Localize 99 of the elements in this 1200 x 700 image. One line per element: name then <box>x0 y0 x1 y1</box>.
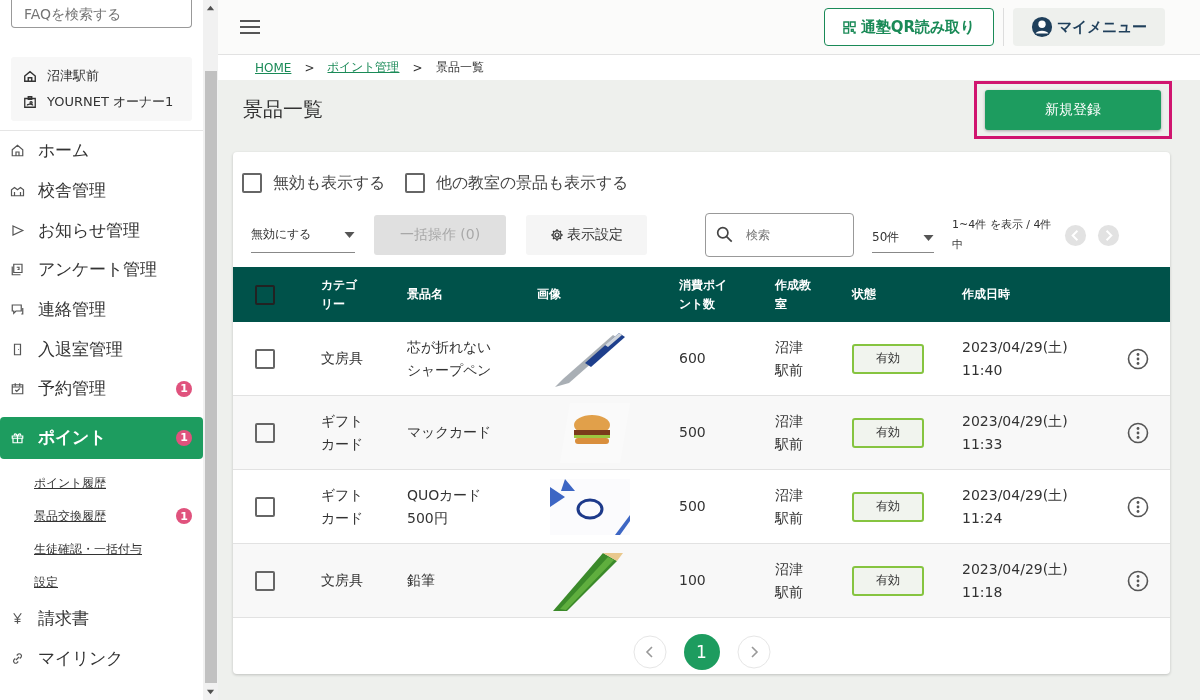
sidebar-subitem-link[interactable]: 生徒確認・一括付与 <box>34 540 142 558</box>
menu-icon[interactable] <box>240 20 260 34</box>
page-button[interactable]: 1 <box>683 634 720 670</box>
page-title: 景品一覧 <box>243 95 323 123</box>
caret-icon <box>344 231 355 238</box>
scrollbar[interactable] <box>203 0 218 700</box>
row-checkbox[interactable] <box>255 422 275 443</box>
row-checkbox[interactable] <box>255 570 275 591</box>
table-cell-text: 文房具 <box>321 349 364 368</box>
table-cell-text: 100 <box>679 571 706 590</box>
sidebar-item[interactable]: お知らせ管理 <box>0 210 203 251</box>
more-options-icon[interactable] <box>1127 569 1149 592</box>
checkbox[interactable] <box>405 173 425 193</box>
user-name: YOURNET オーナー1 <box>47 93 174 111</box>
status-badge: 有効 <box>852 417 924 448</box>
sidebar-item[interactable]: ポイント 1 <box>0 416 203 459</box>
checkbox[interactable] <box>242 173 262 193</box>
nav-icon <box>10 222 25 238</box>
new-register-button[interactable]: 新規登録 <box>985 90 1161 130</box>
count-badge: 1 <box>176 429 192 446</box>
sidebar-subitem-link[interactable]: ポイント履歴 <box>34 474 106 492</box>
table-cell-text: 鉛筆 <box>407 571 436 590</box>
column-header: 作成教室 <box>775 276 812 313</box>
column-header: カテゴリー <box>321 276 358 313</box>
count-badge: 1 <box>176 508 192 525</box>
home-icon <box>23 69 37 83</box>
table-cell-text: 芯が折れないシャープペン <box>407 337 492 380</box>
column-header: 状態 <box>852 286 876 303</box>
breadcrumb-link[interactable]: ポイント管理 <box>327 59 400 76</box>
gear-icon <box>550 228 564 242</box>
table-cell-text: 2023/04/29(土) 11:24 <box>962 485 1069 528</box>
caret-icon <box>923 234 934 241</box>
table-cell-text: 600 <box>679 349 706 368</box>
per-page-select[interactable]: 50件 <box>872 217 934 253</box>
row-checkbox[interactable] <box>255 496 275 517</box>
column-header: 消費ポイント数 <box>679 276 728 313</box>
nav-icon <box>10 262 25 278</box>
checkbox-label: 他の教室の景品も表示する <box>436 172 628 194</box>
scroll-down-icon[interactable] <box>206 687 215 696</box>
status-badge: 有効 <box>852 343 924 374</box>
more-options-icon[interactable] <box>1127 421 1149 444</box>
table-cell-text: 2023/04/29(土) 11:18 <box>962 559 1069 602</box>
sidebar-item[interactable]: ホーム <box>0 131 203 171</box>
nav-icon <box>10 430 25 446</box>
nav-icon <box>10 381 25 397</box>
nav-icon <box>10 650 25 666</box>
qr-scan-button[interactable]: 通塾QR読み取り <box>823 8 994 46</box>
display-settings-button[interactable]: 表示設定 <box>526 215 647 255</box>
column-header: 画像 <box>537 286 561 303</box>
school-name: 沼津駅前 <box>47 67 99 85</box>
action-select[interactable]: 無効にする <box>251 217 355 253</box>
table-cell-text: 沼津駅前 <box>775 337 804 380</box>
my-menu-button[interactable]: マイメニュー <box>1013 8 1165 46</box>
sidebar-item[interactable]: 請求書 <box>0 598 203 639</box>
table-cell-text: ギフトカード <box>321 411 364 454</box>
table-cell-text: 文房具 <box>321 571 364 590</box>
sidebar-item[interactable]: 入退室管理 <box>0 329 203 370</box>
nav-icon <box>10 302 25 318</box>
column-header: 作成日時 <box>962 286 1010 303</box>
sidebar-subitem-link[interactable]: 設定 <box>34 573 58 591</box>
qr-code-icon <box>842 20 856 34</box>
sidebar-item[interactable]: アンケート管理 <box>0 250 203 290</box>
id-card-icon <box>23 95 37 109</box>
table-cell-text: マックカード <box>407 423 492 442</box>
sidebar-subitem-link[interactable]: 景品交換履歴 <box>34 507 106 525</box>
table-cell-text: 500 <box>679 423 706 442</box>
result-range: 1~4件 を表示 / 4件中 <box>952 217 1052 253</box>
table-cell-text: QUOカード500円 <box>407 485 483 528</box>
breadcrumb-current: 景品一覧 <box>435 59 484 76</box>
select-all-checkbox[interactable] <box>255 284 275 305</box>
scroll-up-icon[interactable] <box>206 4 215 13</box>
table-cell-text: 2023/04/29(土) 11:33 <box>962 411 1069 454</box>
table-cell-text: 沼津駅前 <box>775 485 804 528</box>
nav-icon <box>10 611 25 627</box>
row-checkbox[interactable] <box>255 348 275 369</box>
search-field[interactable]: 検索 <box>705 213 854 257</box>
breadcrumb-separator: > <box>412 60 423 75</box>
count-badge: 1 <box>176 380 192 397</box>
status-badge: 有効 <box>852 565 924 596</box>
search-icon <box>716 226 733 243</box>
sidebar-item[interactable]: マイリンク <box>0 638 203 679</box>
table-cell-text: 沼津駅前 <box>775 411 804 454</box>
sidebar-item[interactable]: 校舎管理 <box>0 170 203 211</box>
status-badge: 有効 <box>852 491 924 522</box>
table-cell-text: 500 <box>679 497 706 516</box>
breadcrumb-separator: > <box>304 60 315 75</box>
table-cell-text: 2023/04/29(土) 11:40 <box>962 337 1069 380</box>
sidebar-item[interactable]: 予約管理 1 <box>0 369 203 409</box>
nav-icon <box>10 143 25 159</box>
sidebar-item[interactable]: 連絡管理 <box>0 289 203 330</box>
more-options-icon[interactable] <box>1127 495 1149 518</box>
checkbox-label: 無効も表示する <box>273 172 385 194</box>
table-cell-text: 沼津駅前 <box>775 559 804 602</box>
more-options-icon[interactable] <box>1127 347 1149 370</box>
account-icon <box>1031 16 1053 38</box>
table-cell-text: ギフトカード <box>321 485 364 528</box>
faq-search-field[interactable]: FAQを検索する <box>11 0 192 28</box>
column-header: 景品名 <box>407 286 443 303</box>
breadcrumb-link[interactable]: HOME <box>255 60 292 75</box>
